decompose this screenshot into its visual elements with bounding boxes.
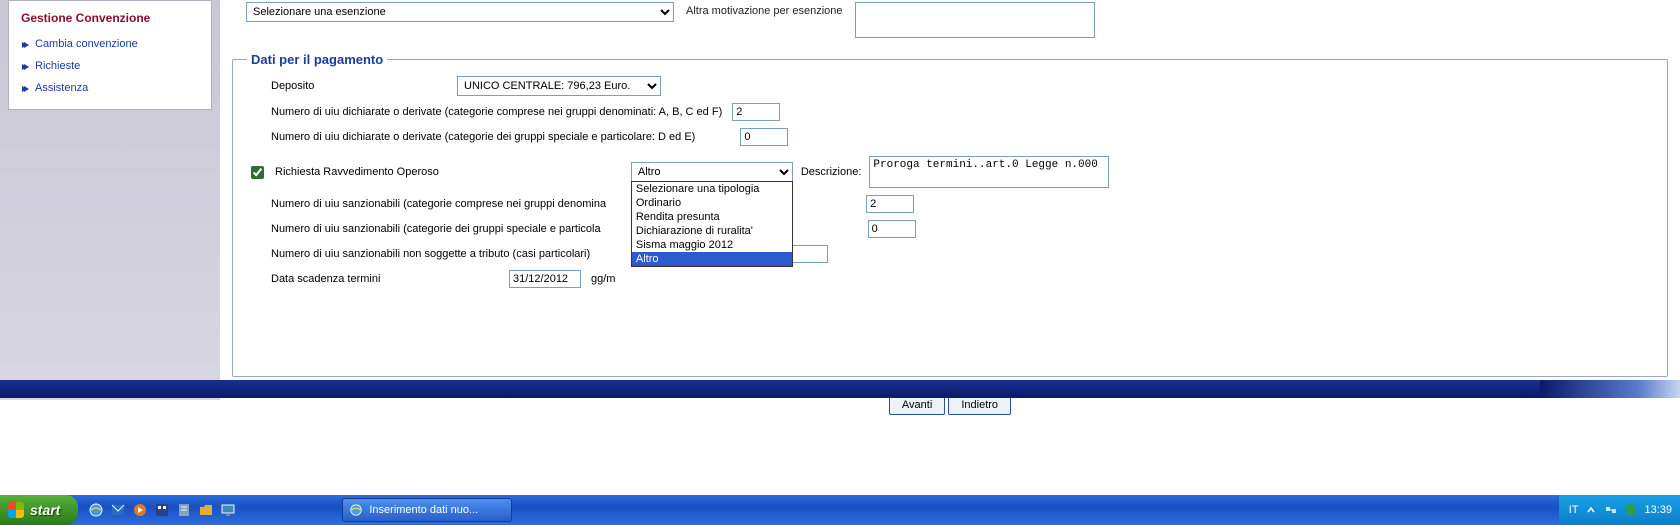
tipologia-option[interactable]: Dichiarazione di ruralita' [632, 224, 792, 238]
uiu-de-row: Numero di uiu dichiarate o derivate (cat… [247, 125, 1653, 150]
descrizione-textarea[interactable]: Proroga termini..art.0 Legge n.000 [869, 156, 1109, 188]
sanz-de-label: Numero di uiu sanzionabili (categorie de… [247, 223, 601, 235]
sidebar-item-richieste[interactable]: Richieste [21, 55, 199, 77]
app-icon[interactable] [154, 502, 170, 518]
sanz-de-row: Numero di uiu sanzionabili (categorie de… [247, 217, 1653, 242]
pagamento-fieldset: Dati per il pagamento Deposito UNICO CEN… [232, 52, 1668, 377]
data-scad-input[interactable] [509, 270, 581, 288]
language-indicator[interactable]: IT [1569, 504, 1579, 516]
footer-bar [0, 380, 1680, 398]
arrow-icon [21, 84, 29, 92]
tipologia-dropdown[interactable]: Selezionare una tipologia Ordinario Rend… [631, 181, 793, 267]
windows-logo-icon [8, 502, 24, 518]
sidebar-link[interactable]: Cambia convenzione [35, 38, 138, 50]
task-label: Inserimento dati nuo... [369, 504, 478, 516]
descrizione-label: Descrizione: [801, 166, 862, 178]
taskbar: start Inserimento dati nuo... IT 13:39 [0, 495, 1680, 525]
data-scad-label: Data scadenza termini [247, 273, 499, 285]
notes-icon[interactable] [176, 502, 192, 518]
tipologia-option[interactable]: Ordinario [632, 196, 792, 210]
sidebar-link[interactable]: Richieste [35, 60, 80, 72]
ravvedimento-label: Richiesta Ravvedimento Operoso [275, 166, 439, 178]
start-label: start [30, 502, 60, 518]
sidebar-item-assistenza[interactable]: Assistenza [21, 77, 199, 99]
media-icon[interactable] [132, 502, 148, 518]
uiu-abcf-row: Numero di uiu dichiarate o derivate (cat… [247, 100, 1653, 125]
sidebar-box: Gestione Convenzione Cambia convenzione … [8, 0, 212, 110]
sanz-abcf-row: Numero di uiu sanzionabili (categorie co… [247, 192, 1653, 217]
arrow-icon [21, 40, 29, 48]
sidebar-title: Gestione Convenzione [21, 11, 199, 25]
sanz-notrib-label: Numero di uiu sanzionabili non soggette … [247, 248, 590, 260]
altra-label: Altra motivazione per esenzione [686, 2, 843, 17]
deposito-row: Deposito UNICO CENTRALE: 796,23 Euro. [247, 73, 1653, 100]
ravvedimento-row: Richiesta Ravvedimento Operoso Altro Sel… [247, 150, 1653, 192]
tipologia-option[interactable]: Selezionare una tipologia [632, 182, 792, 196]
uiu-abcf-input[interactable] [732, 103, 780, 121]
uiu-de-label: Numero di uiu dichiarate o derivate (cat… [247, 131, 695, 143]
tipologia-wrap: Altro Selezionare una tipologia Ordinari… [631, 162, 793, 182]
uiu-de-input[interactable] [740, 128, 788, 146]
outlook-icon[interactable] [110, 502, 126, 518]
system-tray: IT 13:39 [1559, 495, 1680, 525]
tray-chevron-icon[interactable] [1584, 503, 1598, 517]
arrow-icon [21, 62, 29, 70]
esenzione-select[interactable]: Selezionare una esenzione [246, 2, 674, 22]
sidebar-link[interactable]: Assistenza [35, 82, 88, 94]
sanz-de-input[interactable] [868, 220, 916, 238]
esenzione-row: Selezionare una esenzione Altra motivazi… [232, 2, 1668, 38]
tray-shield-icon[interactable] [1624, 503, 1638, 517]
tipologia-option-selected[interactable]: Altro [632, 252, 792, 266]
data-scad-hint: gg/m [591, 273, 615, 285]
deposito-select[interactable]: UNICO CENTRALE: 796,23 Euro. [457, 76, 661, 96]
tipologia-option[interactable]: Rendita presunta [632, 210, 792, 224]
altra-textarea[interactable] [855, 2, 1095, 38]
folder-icon[interactable] [198, 502, 214, 518]
ravvedimento-checkbox[interactable] [251, 166, 264, 179]
indietro-button[interactable]: Indietro [948, 395, 1011, 415]
taskbar-task[interactable]: Inserimento dati nuo... [342, 498, 512, 522]
quick-launch [78, 502, 242, 518]
ie-icon [349, 503, 363, 517]
clock[interactable]: 13:39 [1644, 504, 1672, 516]
uiu-abcf-label: Numero di uiu dichiarate o derivate (cat… [247, 106, 722, 118]
avanti-button[interactable]: Avanti [889, 395, 945, 415]
tipologia-select[interactable]: Altro [631, 162, 793, 182]
desktop-icon[interactable] [220, 502, 236, 518]
tipologia-option[interactable]: Sisma maggio 2012 [632, 238, 792, 252]
data-scad-row: Data scadenza termini gg/m [247, 267, 1653, 292]
tray-network-icon[interactable] [1604, 503, 1618, 517]
pagamento-legend: Dati per il pagamento [247, 52, 387, 67]
ie-icon[interactable] [88, 502, 104, 518]
sanz-notrib-row: Numero di uiu sanzionabili non soggette … [247, 242, 1653, 267]
sidebar-item-cambia[interactable]: Cambia convenzione [21, 33, 199, 55]
button-row: Avanti Indietro [232, 395, 1668, 415]
start-button[interactable]: start [0, 495, 78, 525]
sanz-abcf-input[interactable] [866, 195, 914, 213]
sidebar-column: Gestione Convenzione Cambia convenzione … [0, 0, 220, 400]
sanz-abcf-label: Numero di uiu sanzionabili (categorie co… [247, 198, 606, 210]
deposito-label: Deposito [247, 80, 447, 92]
main-column: Selezionare una esenzione Altra motivazi… [220, 0, 1680, 400]
